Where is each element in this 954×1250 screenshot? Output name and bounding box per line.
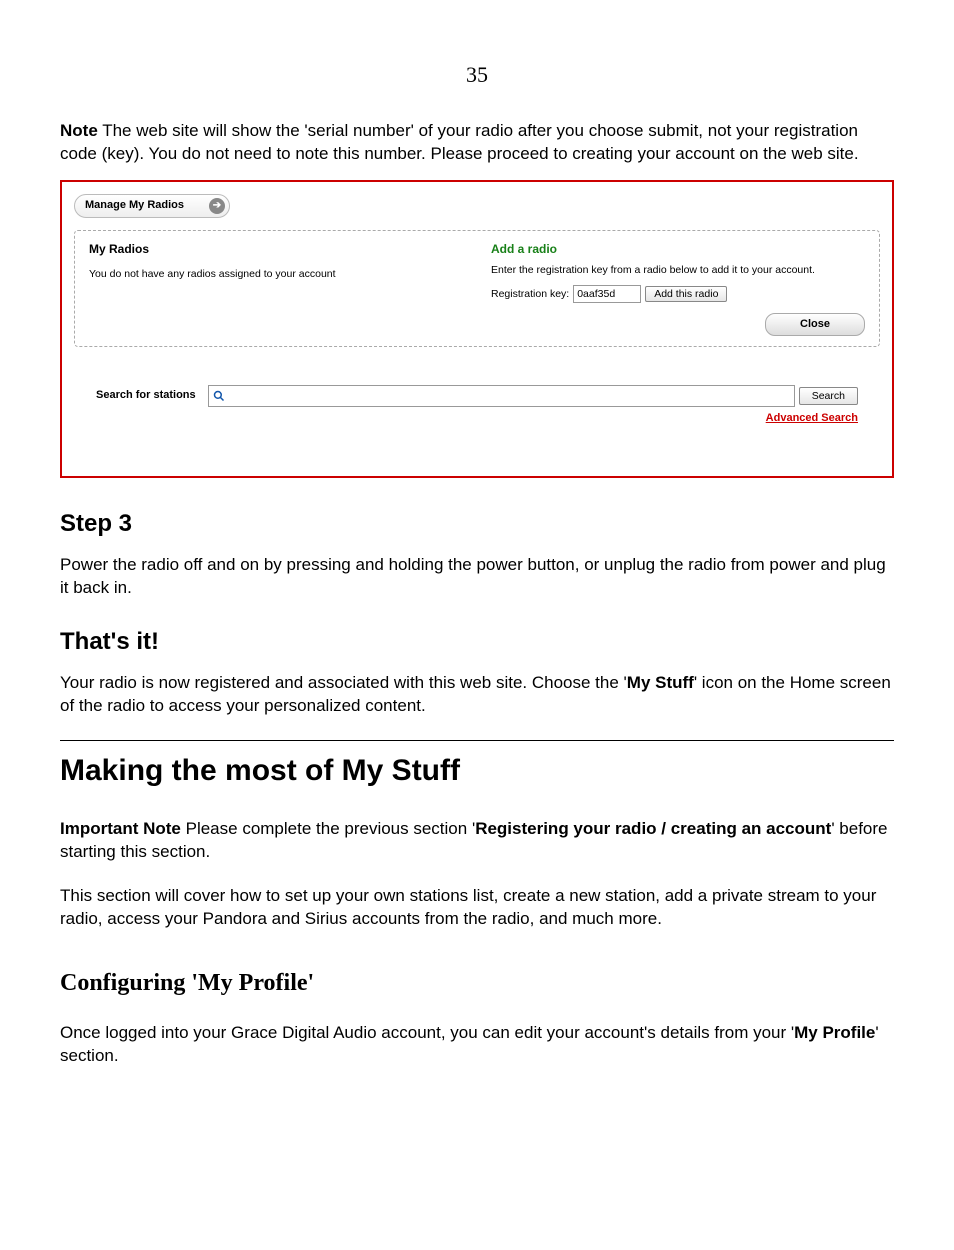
registration-row: Registration key: Add this radio: [491, 285, 865, 303]
registration-key-input[interactable]: [573, 285, 641, 303]
add-this-radio-button[interactable]: Add this radio: [645, 286, 727, 302]
add-radio-msg: Enter the registration key from a radio …: [491, 263, 865, 277]
note-paragraph: Note The web site will show the 'serial …: [60, 120, 894, 166]
search-button[interactable]: Search: [799, 387, 858, 405]
important-note-paragraph: Important Note Please complete the previ…: [60, 818, 894, 864]
manage-my-radios-label: Manage My Radios: [85, 198, 184, 213]
making-most-heading: Making the most of My Stuff: [60, 751, 894, 792]
thats-it-body: Your radio is now registered and associa…: [60, 672, 894, 718]
document-page: 35 Note The web site will show the 'seri…: [0, 0, 954, 1250]
screenshot-panel: Manage My Radios ➔ My Radios You do not …: [60, 180, 894, 478]
section-divider: [60, 740, 894, 741]
manage-my-radios-pill[interactable]: Manage My Radios ➔: [74, 194, 230, 218]
arrow-right-icon: ➔: [209, 198, 225, 214]
radios-panel: My Radios You do not have any radios ass…: [74, 230, 880, 347]
my-radios-column: My Radios You do not have any radios ass…: [89, 241, 463, 336]
add-radio-title: Add a radio: [491, 241, 865, 257]
registration-key-label: Registration key:: [491, 287, 569, 301]
advanced-search-link[interactable]: Advanced Search: [766, 412, 858, 424]
registering-bold: Registering your radio / creating an acc…: [475, 819, 831, 838]
search-label: Search for stations: [96, 388, 196, 403]
step3-heading: Step 3: [60, 508, 894, 540]
search-input[interactable]: [208, 385, 795, 407]
my-radios-title: My Radios: [89, 241, 463, 257]
page-number: 35: [60, 60, 894, 90]
important-note-label: Important Note: [60, 819, 181, 838]
my-radios-empty-msg: You do not have any radios assigned to y…: [89, 267, 463, 281]
step3-body: Power the radio off and on by pressing a…: [60, 554, 894, 600]
search-row: Search for stations Search: [74, 385, 880, 407]
configuring-heading: Configuring 'My Profile': [60, 967, 894, 999]
close-button[interactable]: Close: [765, 313, 865, 336]
thats-it-heading: That's it!: [60, 626, 894, 658]
note-body: The web site will show the 'serial numbe…: [60, 121, 859, 163]
configuring-body: Once logged into your Grace Digital Audi…: [60, 1022, 894, 1068]
add-radio-column: Add a radio Enter the registration key f…: [491, 241, 865, 336]
my-profile-bold: My Profile: [794, 1023, 875, 1042]
magnifier-icon: [213, 390, 225, 402]
making-body-2: This section will cover how to set up yo…: [60, 885, 894, 931]
my-stuff-bold: My Stuff: [627, 673, 694, 692]
note-label: Note: [60, 121, 98, 140]
